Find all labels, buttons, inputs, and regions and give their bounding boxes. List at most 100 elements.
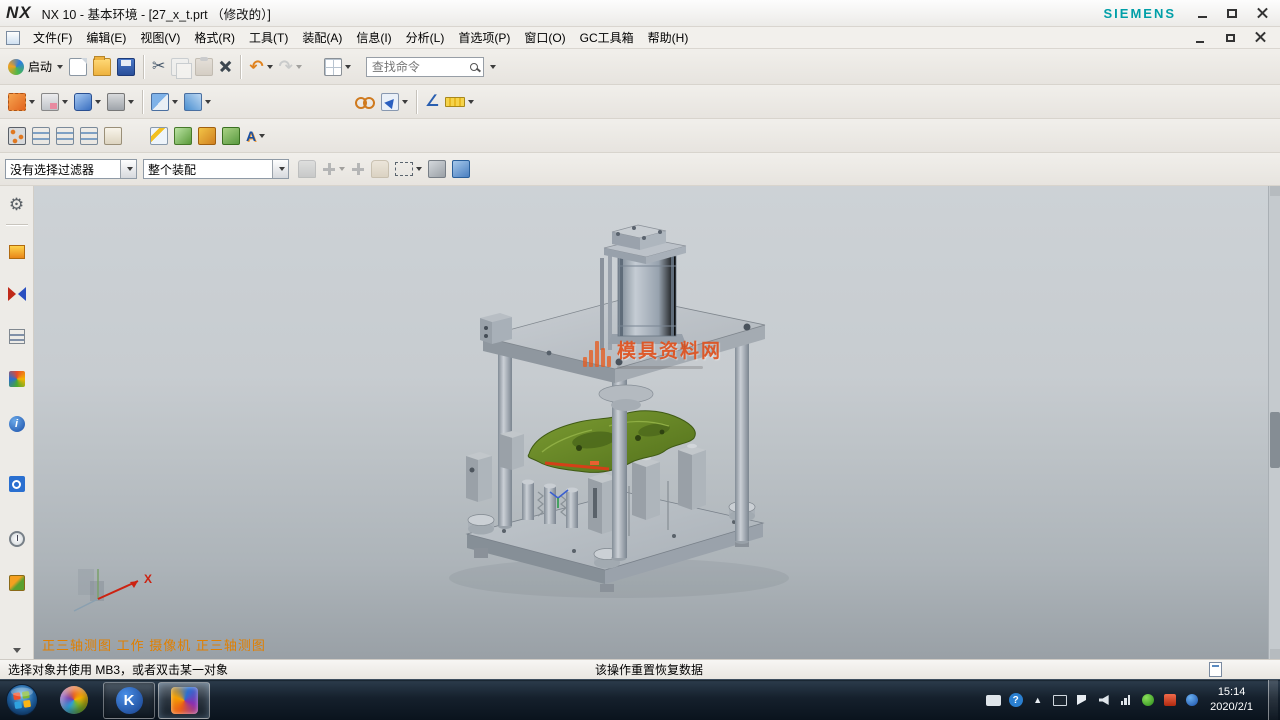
new-button[interactable] <box>66 56 90 78</box>
datum-plane-button[interactable] <box>171 125 195 147</box>
touch-mode-button[interactable] <box>321 56 354 78</box>
layer-visible-button[interactable] <box>53 125 77 147</box>
start-button[interactable]: 启动 <box>5 56 66 77</box>
sidebar-scroll-down-icon[interactable] <box>13 648 21 653</box>
redo-button[interactable]: ↷ <box>276 56 305 77</box>
maximize-button[interactable] <box>1220 4 1244 22</box>
menu-edit[interactable]: 编辑(E) <box>79 26 133 49</box>
menu-analysis[interactable]: 分析(L) <box>399 26 452 49</box>
show-desktop-button[interactable] <box>1268 680 1278 720</box>
taskbar-browser-button[interactable] <box>48 682 100 719</box>
snap-plus-button[interactable] <box>319 160 348 178</box>
part-navigator-icon[interactable] <box>5 325 29 347</box>
find-command-dropdown[interactable] <box>484 63 499 71</box>
tray-hidden-icons-arrow[interactable]: ▲ <box>1030 694 1045 707</box>
clock-time: 15:14 <box>1210 685 1253 700</box>
measure-button[interactable] <box>442 95 477 109</box>
menu-information[interactable]: 信息(I) <box>349 26 398 49</box>
web-browser-icon[interactable] <box>5 473 29 495</box>
show-hide-button[interactable] <box>352 94 378 110</box>
clipboard-icon[interactable] <box>1209 662 1222 677</box>
paste-button[interactable] <box>192 56 216 78</box>
copy-button[interactable] <box>168 56 192 78</box>
snap-point-button[interactable] <box>295 158 319 180</box>
constraint-navigator-icon[interactable] <box>5 283 29 305</box>
search-icon <box>470 63 478 71</box>
snap-mid-button[interactable] <box>348 160 368 178</box>
background-button[interactable] <box>104 91 137 113</box>
vertical-scrollbar[interactable] <box>1268 186 1280 659</box>
menu-preferences[interactable]: 首选项(P) <box>451 26 517 49</box>
tray-network-icon[interactable] <box>1118 694 1133 707</box>
orient-view-button[interactable] <box>5 91 38 113</box>
find-command-box[interactable] <box>366 57 484 77</box>
block-button[interactable] <box>219 125 243 147</box>
menu-tools[interactable]: 工具(T) <box>242 26 295 49</box>
child-close-button[interactable] <box>1248 29 1272 47</box>
minimize-button[interactable] <box>1190 4 1214 22</box>
tray-action-flag-icon[interactable] <box>1074 694 1089 707</box>
find-command-input[interactable] <box>372 60 470 74</box>
snap-angle-button[interactable]: ∠ <box>422 92 442 112</box>
menu-help[interactable]: 帮助(H) <box>641 26 696 49</box>
menu-view[interactable]: 视图(V) <box>133 26 187 49</box>
reuse-library-icon[interactable] <box>5 368 29 390</box>
wcs-button[interactable] <box>5 125 29 147</box>
taskbar-k-app-button[interactable]: K <box>103 682 155 719</box>
siemens-logo: SIEMENS <box>1103 6 1176 21</box>
vector-button[interactable] <box>195 125 219 147</box>
child-restore-button[interactable] <box>1218 29 1242 47</box>
menu-format[interactable]: 格式(R) <box>187 26 242 49</box>
rectangle-select-button[interactable] <box>392 160 425 178</box>
highlight-solid-button[interactable] <box>425 158 449 180</box>
sketch-button[interactable] <box>147 125 171 147</box>
tray-red-app-icon[interactable] <box>1162 694 1177 707</box>
taskbar-clock[interactable]: 15:14 2020/2/1 <box>1210 685 1253 716</box>
graphics-window[interactable]: 模具资料网 X 正三轴测图 工作 摄像机 正三轴测图 <box>34 186 1268 659</box>
selection-filter-combo[interactable]: 没有选择过滤器 <box>5 159 137 179</box>
save-button[interactable] <box>114 56 138 78</box>
scroll-down-button[interactable] <box>1270 649 1280 659</box>
render-style-button[interactable] <box>71 91 104 113</box>
taskbar-nx-button[interactable] <box>158 682 210 719</box>
selection-scope-combo[interactable]: 整个装配 <box>143 159 289 179</box>
move-to-layer-button[interactable] <box>378 91 411 113</box>
toolbar-standard: 启动 ✂ ↶ ↷ <box>0 49 1280 85</box>
tray-blue-app-icon[interactable] <box>1184 694 1199 707</box>
tray-display-icon[interactable] <box>1052 694 1067 707</box>
scroll-up-button[interactable] <box>1270 186 1280 196</box>
delete-button[interactable] <box>216 58 235 75</box>
scrollbar-thumb[interactable] <box>1270 412 1280 468</box>
menu-window[interactable]: 窗口(O) <box>517 26 572 49</box>
pan-button[interactable] <box>368 158 392 180</box>
layer-settings-button[interactable] <box>29 125 53 147</box>
system-materials-icon[interactable] <box>5 572 29 594</box>
background-swatch-icon <box>107 93 125 111</box>
annotation-button[interactable]: A <box>243 126 268 146</box>
tray-volume-icon[interactable] <box>1096 694 1111 707</box>
tray-help-icon[interactable]: ? <box>1008 694 1023 707</box>
menu-gc-toolbox[interactable]: GC工具箱 <box>573 26 641 49</box>
section-button[interactable] <box>148 91 181 113</box>
assembly-navigator-icon[interactable] <box>5 241 29 263</box>
roles-gear-icon[interactable]: ⚙ <box>5 194 29 216</box>
tray-keyboard-icon[interactable] <box>986 694 1001 707</box>
edit-section-button[interactable] <box>181 91 214 113</box>
layer-category-button[interactable] <box>77 125 101 147</box>
select-solid-button[interactable] <box>449 158 473 180</box>
start-orb[interactable] <box>3 681 41 719</box>
notes-button[interactable] <box>101 125 125 147</box>
cut-button[interactable]: ✂ <box>149 57 168 77</box>
undo-button[interactable]: ↶ <box>246 56 275 77</box>
menu-assemblies[interactable]: 装配(A) <box>295 26 349 49</box>
history-icon[interactable] <box>5 528 29 550</box>
hd3d-tools-icon[interactable]: i <box>5 413 29 435</box>
angle-icon: ∠ <box>425 94 439 110</box>
menu-file[interactable]: 文件(F) <box>26 26 79 49</box>
open-button[interactable] <box>90 56 114 78</box>
layers-category-icon <box>80 127 98 145</box>
erase-display-button[interactable] <box>38 91 71 113</box>
close-button[interactable] <box>1250 4 1274 22</box>
child-minimize-button[interactable] <box>1188 29 1212 47</box>
tray-antivirus-icon[interactable] <box>1140 694 1155 707</box>
